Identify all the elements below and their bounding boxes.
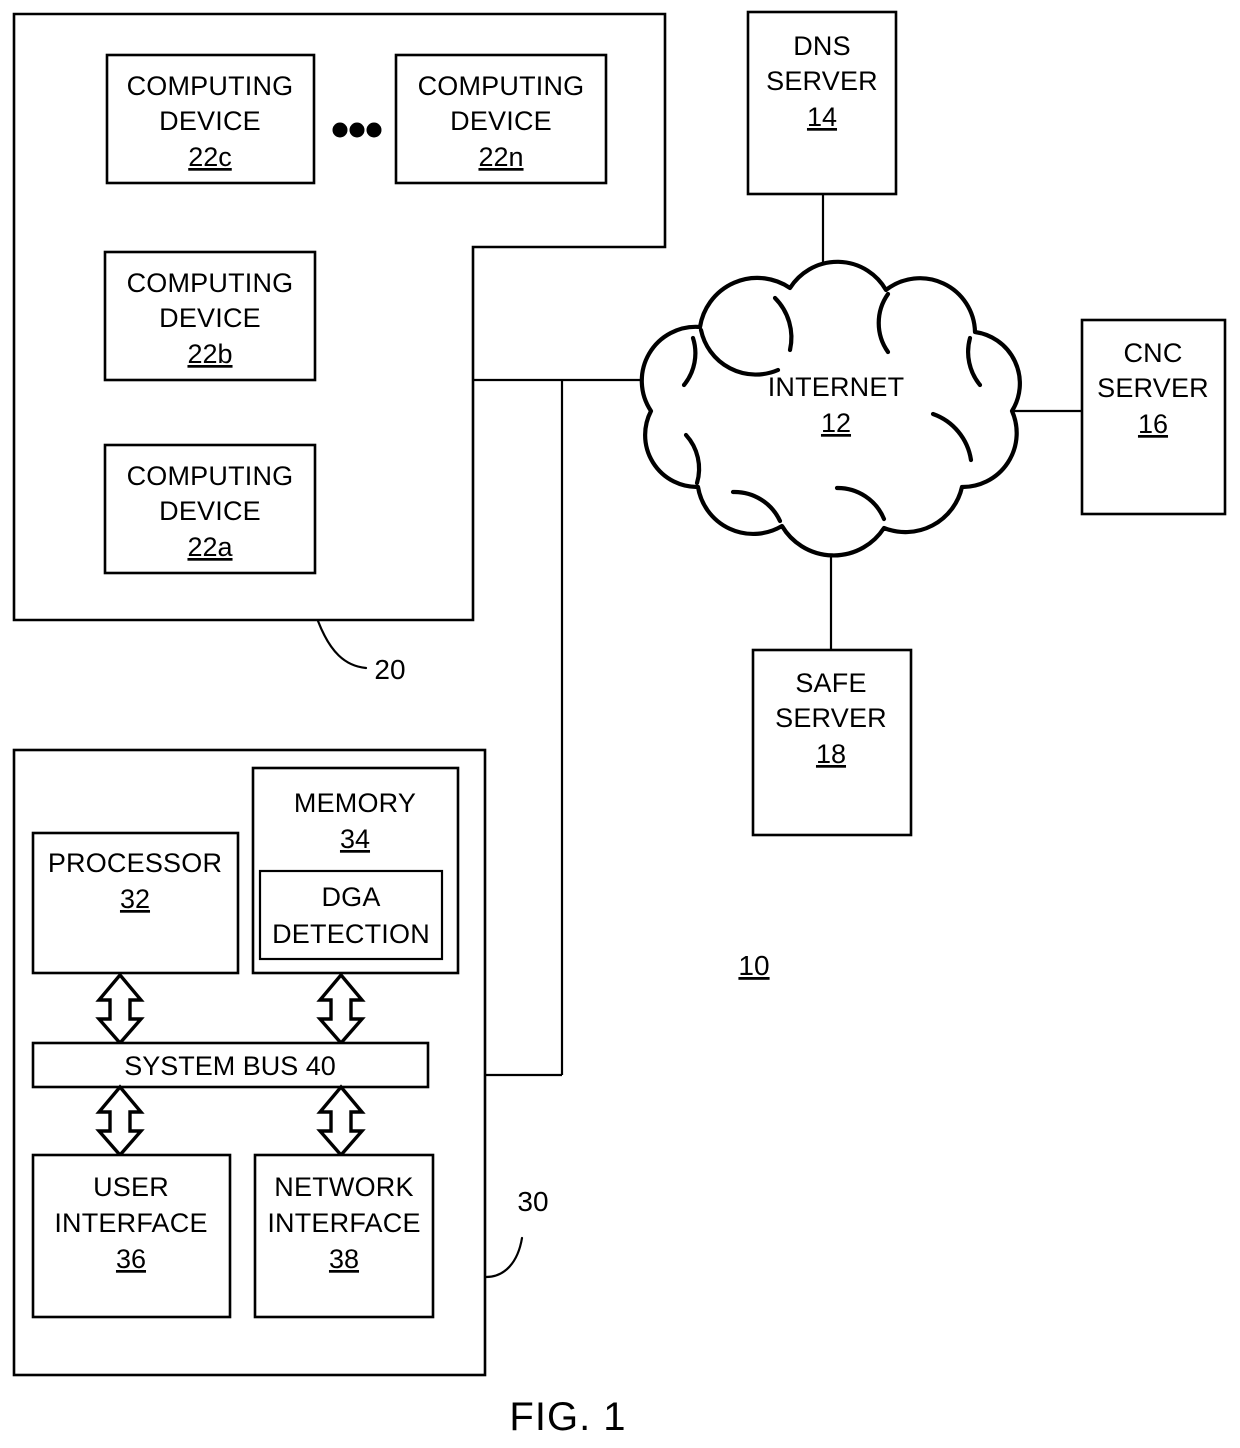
ref-leader-30 <box>484 1236 524 1279</box>
cnc-server: CNC SERVER 16 <box>1080 318 1227 516</box>
computing-device-22a-ref: 22a <box>187 532 233 562</box>
system-bus-label: SYSTEM BUS 40 <box>124 1051 336 1081</box>
dns-server-ref: 14 <box>807 102 837 132</box>
computing-device-22b-line2: DEVICE <box>159 303 261 333</box>
computing-device-22c-line1: COMPUTING <box>127 71 294 101</box>
computing-device-22a: COMPUTING DEVICE 22a <box>103 443 317 575</box>
safe-server-ref: 18 <box>816 739 846 769</box>
system-ref-label-10: 10 <box>738 950 769 981</box>
processor-block: PROCESSOR 32 <box>31 831 240 975</box>
processor-label: PROCESSOR <box>48 848 222 878</box>
safe-server-line2: SERVER <box>775 703 887 733</box>
computing-device-22c: COMPUTING DEVICE 22c <box>105 53 316 185</box>
computing-device-22c-line2: DEVICE <box>159 106 261 136</box>
arrow-bus-userinterface-icon <box>95 1084 145 1158</box>
dga-detection-line1: DGA <box>321 882 380 912</box>
memory-block: MEMORY 34 DGA DETECTION <box>251 766 460 975</box>
internet-ref: 12 <box>821 408 851 438</box>
internet-cloud: INTERNET 12 <box>639 259 1022 558</box>
arrow-memory-bus-icon <box>316 972 366 1046</box>
system-bus: SYSTEM BUS 40 <box>31 1041 430 1089</box>
computing-device-22b-ref: 22b <box>187 339 232 369</box>
figure-caption: FIG. 1 <box>509 1395 626 1439</box>
computing-device-22n-ref: 22n <box>478 142 523 172</box>
ref-leader-20 <box>316 619 368 670</box>
cnc-server-line1: CNC <box>1123 338 1182 368</box>
computing-device-22a-line2: DEVICE <box>159 496 261 526</box>
dns-server-line2: SERVER <box>766 66 878 96</box>
patent-figure: 20 COMPUTING DEVICE 22c COMPUTING DEVICE… <box>0 0 1240 1443</box>
network-interface-ref: 38 <box>329 1244 359 1274</box>
computing-device-22c-ref: 22c <box>188 142 232 172</box>
user-interface-ref: 36 <box>116 1244 146 1274</box>
safe-server: SAFE SERVER 18 <box>751 648 913 837</box>
network-interface-block: NETWORK INTERFACE 38 <box>253 1153 435 1319</box>
dns-server-line1: DNS <box>793 31 851 61</box>
computing-device-22b: COMPUTING DEVICE 22b <box>103 250 317 382</box>
memory-label: MEMORY <box>294 788 416 818</box>
computing-device-22a-line1: COMPUTING <box>127 461 294 491</box>
internet-label: INTERNET <box>768 372 905 402</box>
network-interface-line1: NETWORK <box>274 1172 413 1202</box>
ref-label-30: 30 <box>517 1186 548 1217</box>
ref-label-20: 20 <box>374 654 405 685</box>
user-interface-block: USER INTERFACE 36 <box>31 1153 232 1319</box>
dns-server: DNS SERVER 14 <box>746 10 898 196</box>
dga-detection-block: DGA DETECTION <box>258 869 444 961</box>
processor-ref: 32 <box>120 884 150 914</box>
user-interface-line1: USER <box>93 1172 169 1202</box>
arrow-bus-networkinterface-icon <box>316 1084 366 1158</box>
user-interface-line2: INTERFACE <box>54 1208 207 1238</box>
ellipsis-dots-icon <box>332 122 382 138</box>
network-interface-line2: INTERFACE <box>267 1208 420 1238</box>
dga-detection-line2: DETECTION <box>272 919 430 949</box>
memory-ref: 34 <box>340 824 370 854</box>
safe-server-line1: SAFE <box>795 668 866 698</box>
arrow-processor-bus-icon <box>95 972 145 1046</box>
computing-device-22n-line2: DEVICE <box>450 106 552 136</box>
cnc-server-line2: SERVER <box>1097 373 1209 403</box>
computing-device-22n: COMPUTING DEVICE 22n <box>394 53 608 185</box>
cnc-server-ref: 16 <box>1138 409 1168 439</box>
computing-device-22b-line1: COMPUTING <box>127 268 294 298</box>
computing-device-22n-line1: COMPUTING <box>418 71 585 101</box>
